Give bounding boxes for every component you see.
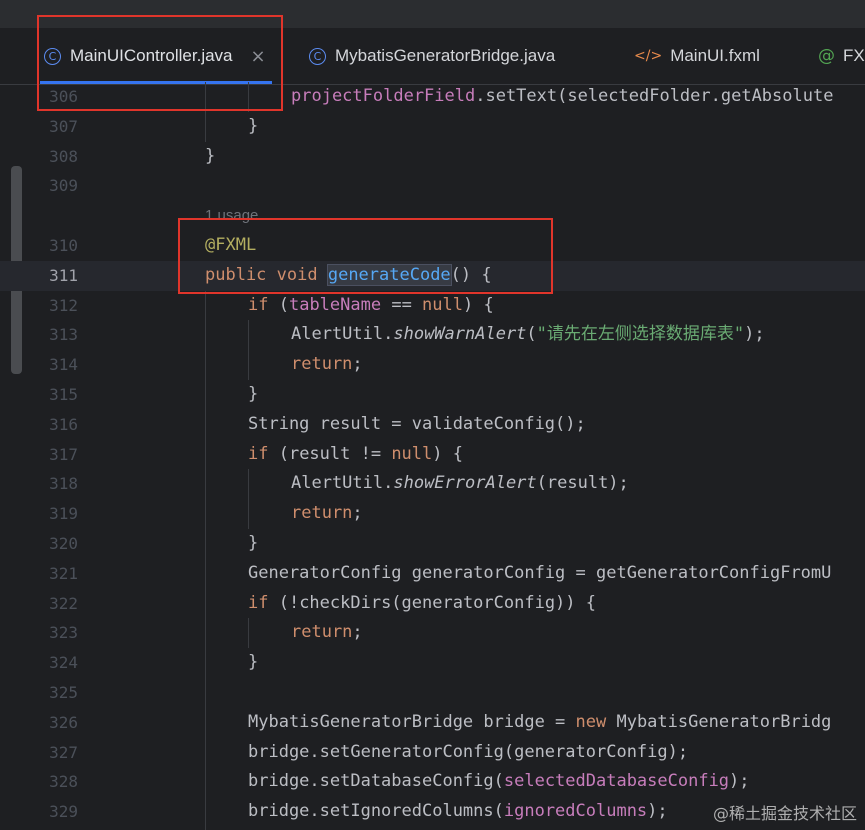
code-text: bridge.setGeneratorConfig(generatorConfi… <box>248 741 689 762</box>
code-line: 316 String result = validateConfig(); <box>0 410 865 440</box>
line-number: 321 <box>49 563 78 583</box>
code-editor[interactable]: 306 projectFolderField.setText(selectedFo… <box>0 82 865 827</box>
tab-fx[interactable]: @ FX <box>818 28 865 84</box>
line-number: 314 <box>49 355 78 375</box>
line-number: 322 <box>49 593 78 613</box>
field-token: projectFolderField <box>291 86 476 106</box>
code-line: 320} <box>0 529 865 559</box>
line-number: 311 <box>49 265 78 285</box>
line-number: 307 <box>49 116 78 136</box>
java-class-icon: C <box>309 47 326 65</box>
code-line: 325 <box>0 678 865 708</box>
code-text: projectFolderField.setText(selectedFolde… <box>291 86 834 106</box>
xml-file-icon: </> <box>634 48 663 64</box>
line-number: 324 <box>49 653 78 673</box>
tab-label: MainUI.fxml <box>670 46 760 65</box>
code-text: if (tableName == null) { <box>248 294 494 315</box>
line-number: 323 <box>49 623 78 643</box>
code-text: } <box>205 145 216 166</box>
line-number: 320 <box>49 533 78 553</box>
line-number: 312 <box>49 295 78 315</box>
line-number: 327 <box>49 742 78 762</box>
code-text: GeneratorConfig generatorConfig = getGen… <box>248 562 832 583</box>
line-number: 319 <box>49 504 78 524</box>
code-line: 323 return; <box>0 618 865 648</box>
code-line: 314 return; <box>0 350 865 380</box>
code-text: bridge.setIgnoredColumns(ignoredColumns)… <box>248 801 668 822</box>
line-number: 326 <box>49 712 78 732</box>
line-number: 309 <box>49 176 78 196</box>
code-text: MybatisGeneratorBridge bridge = new Myba… <box>248 711 832 732</box>
tab-mybatis-generator-bridge[interactable]: C MybatisGeneratorBridge.java <box>309 28 555 84</box>
code-line: 322 if (!checkDirs(generatorConfig)) { <box>0 589 865 619</box>
line-number: 325 <box>49 682 78 702</box>
watermark: @稀土掘金技术社区 <box>712 804 857 823</box>
code-text: if (!checkDirs(generatorConfig)) { <box>248 592 596 613</box>
line-number: 316 <box>49 414 78 434</box>
line-number: 317 <box>49 444 78 464</box>
code-text: } <box>248 652 259 673</box>
code-line: 327 bridge.setGeneratorConfig(generatorCo… <box>0 738 865 768</box>
code-line: 308} <box>0 142 865 172</box>
code-text: return; <box>291 622 363 643</box>
tab-main-ui-fxml[interactable]: </> MainUI.fxml <box>634 28 760 84</box>
code-line: 324} <box>0 648 865 678</box>
line-number: 318 <box>49 474 78 494</box>
tab-label: MybatisGeneratorBridge.java <box>335 46 556 65</box>
code-line: 315} <box>0 380 865 410</box>
code-text: } <box>248 532 259 553</box>
code-line: 312 if (tableName == null) { <box>0 291 865 321</box>
code-line: 317 if (result != null) { <box>0 440 865 470</box>
line-number: 329 <box>49 802 78 822</box>
code-text: return; <box>291 503 363 524</box>
code-line: 318 AlertUtil.showErrorAlert(result); <box>0 469 865 499</box>
code-line: 328 bridge.setDatabaseConfig(selectedData… <box>0 767 865 797</box>
code-line: 321 GeneratorConfig generatorConfig = get… <box>0 559 865 589</box>
code-text: if (result != null) { <box>248 443 463 464</box>
code-text: String result = validateConfig(); <box>248 413 586 434</box>
annotation-file-icon: @ <box>818 46 835 66</box>
code-text: } <box>248 383 259 404</box>
line-number: 328 <box>49 772 78 792</box>
line-number: 308 <box>49 146 78 166</box>
code-line: 319 return; <box>0 499 865 529</box>
code-text: bridge.setDatabaseConfig(selectedDatabas… <box>248 771 750 792</box>
highlight-box-method <box>178 218 553 294</box>
tab-label: FX <box>843 46 865 65</box>
code-line: 326 MybatisGeneratorBridge bridge = new M… <box>0 708 865 738</box>
code-line: 313 AlertUtil.showWarnAlert("请先在左侧选择数据库表"… <box>0 320 865 350</box>
code-text: return; <box>291 354 363 375</box>
highlight-box-tab <box>37 15 283 111</box>
line-number: 310 <box>49 235 78 255</box>
code-line: 309 <box>0 171 865 201</box>
code-line: 307} <box>0 112 865 142</box>
code-text: AlertUtil.showWarnAlert("请先在左侧选择数据库表"); <box>291 324 765 345</box>
line-number: 313 <box>49 325 78 345</box>
code-text: AlertUtil.showErrorAlert(result); <box>291 473 629 494</box>
code-text: } <box>248 115 259 136</box>
line-number: 315 <box>49 384 78 404</box>
